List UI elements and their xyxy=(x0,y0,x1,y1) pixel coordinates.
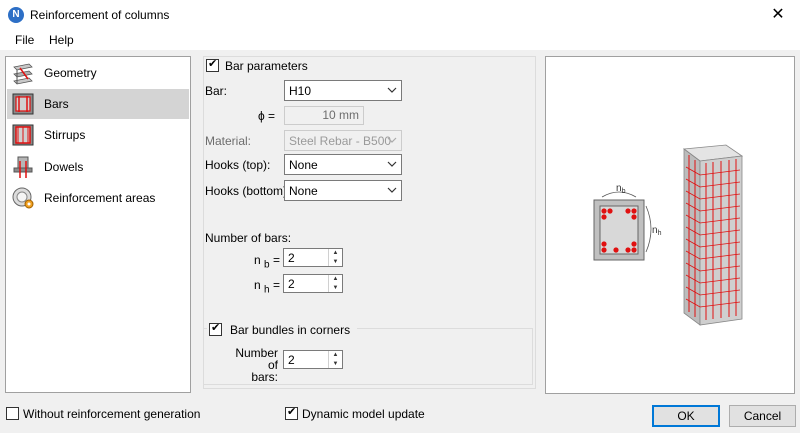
num-bars-line1: Number of xyxy=(235,346,278,372)
dynamic-update-label: Dynamic model update xyxy=(302,407,425,421)
bundles-checkbox[interactable]: ✔ xyxy=(209,322,222,336)
chevron-down-icon xyxy=(387,187,397,193)
material-select-value: Steel Rebar - B500 xyxy=(289,134,392,148)
nb-equals: = xyxy=(272,253,280,267)
hooks-bottom-value: None xyxy=(289,184,318,198)
stepper-buttons: ▲ ▼ xyxy=(328,351,342,368)
bars-icon xyxy=(12,93,34,115)
chevron-down-icon xyxy=(387,161,397,167)
nb-stepper[interactable]: 2 ▲ ▼ xyxy=(283,248,343,267)
sidebar: Geometry Bars Stirrups Dowels Reinforcem… xyxy=(5,56,191,393)
nb-subscript: b xyxy=(264,259,270,271)
num-bundle-bars-stepper[interactable]: 2 ▲ ▼ xyxy=(283,350,343,369)
nb-letter: n xyxy=(254,253,261,267)
stepper-down-icon[interactable]: ▼ xyxy=(329,360,342,368)
stepper-buttons: ▲ ▼ xyxy=(328,275,342,292)
hooks-bottom-select[interactable]: None xyxy=(284,180,402,201)
preview-nb-label: nb xyxy=(616,183,626,195)
menu-file[interactable]: File xyxy=(15,33,34,47)
nh-stepper[interactable]: 2 ▲ ▼ xyxy=(283,274,343,293)
stepper-buttons: ▲ ▼ xyxy=(328,249,342,266)
num-bundle-bars-value: 2 xyxy=(288,353,295,367)
geometry-icon xyxy=(13,63,33,85)
bar-parameters-label: Bar parameters xyxy=(225,59,308,73)
sidebar-item-geometry[interactable]: Geometry xyxy=(7,58,189,88)
dowels-icon xyxy=(13,156,33,178)
hooks-bottom-label: Hooks (bottom): xyxy=(205,184,291,198)
chevron-down-icon xyxy=(387,137,397,143)
nh-equals: = xyxy=(272,278,280,292)
sidebar-item-bars[interactable]: Bars xyxy=(7,89,189,119)
sidebar-item-label: Bars xyxy=(44,97,69,111)
stepper-up-icon[interactable]: ▲ xyxy=(329,275,342,283)
sidebar-item-label: Dowels xyxy=(44,160,84,174)
phi-field: 10 mm xyxy=(284,106,364,125)
sidebar-item-stirrups[interactable]: Stirrups xyxy=(7,120,189,150)
stepper-up-icon[interactable]: ▲ xyxy=(329,249,342,257)
app-logo-icon: N xyxy=(8,7,24,23)
stepper-down-icon[interactable]: ▼ xyxy=(329,284,342,292)
bar-select[interactable]: H10 xyxy=(284,80,402,101)
sidebar-item-reinforcement-areas[interactable]: Reinforcement areas xyxy=(7,183,189,213)
nh-letter: n xyxy=(254,278,261,292)
stirrups-icon xyxy=(12,124,34,146)
hooks-top-select[interactable]: None xyxy=(284,154,402,175)
number-of-bars-label: Number of bars: xyxy=(205,231,292,245)
nh-subscript: h xyxy=(264,284,270,296)
bundles-label: Bar bundles in corners xyxy=(230,323,351,337)
close-icon[interactable]: ✕ xyxy=(766,3,790,27)
sidebar-item-label: Stirrups xyxy=(44,128,86,142)
num-bars-line2: bars: xyxy=(251,370,278,384)
reinforcement-areas-icon xyxy=(12,187,34,209)
without-reinforcement-label: Without reinforcement generation xyxy=(23,407,201,421)
nb-value: 2 xyxy=(288,251,295,265)
menu-bar xyxy=(0,30,800,50)
sidebar-item-dowels[interactable]: Dowels xyxy=(7,152,189,182)
bar-select-value: H10 xyxy=(289,84,312,98)
cancel-button[interactable]: Cancel xyxy=(729,405,796,427)
preview-panel: nb nh xyxy=(545,56,795,394)
material-select[interactable]: Steel Rebar - B500 xyxy=(284,130,402,151)
chevron-down-icon xyxy=(387,87,397,93)
ok-button[interactable]: OK xyxy=(652,405,720,427)
stepper-up-icon[interactable]: ▲ xyxy=(329,351,342,359)
num-bundle-bars-label: Number of bars: xyxy=(230,347,278,383)
bar-parameters-checkbox[interactable]: ✔ xyxy=(206,58,219,72)
hooks-top-value: None xyxy=(289,158,318,172)
menu-help[interactable]: Help xyxy=(49,33,74,47)
dynamic-update-checkbox[interactable]: ✔ xyxy=(285,406,298,420)
without-reinforcement-checkbox[interactable] xyxy=(6,407,19,420)
preview-nh-label: nh xyxy=(652,225,662,237)
nb-label: n b = xyxy=(254,253,280,270)
nh-label: n h = xyxy=(254,278,280,295)
stepper-down-icon[interactable]: ▼ xyxy=(329,258,342,266)
nh-value: 2 xyxy=(288,277,295,291)
phi-label: ϕ = xyxy=(258,109,276,123)
sidebar-item-label: Reinforcement areas xyxy=(44,191,156,205)
bar-label: Bar: xyxy=(205,84,228,98)
hooks-top-label: Hooks (top): xyxy=(205,158,271,172)
column-3d-view xyxy=(682,144,744,326)
section-diagram: nb nh xyxy=(593,183,662,261)
window-title: Reinforcement of columns xyxy=(30,8,170,22)
sidebar-item-label: Geometry xyxy=(44,66,97,80)
column-preview: nb nh xyxy=(593,144,744,326)
material-label: Material: xyxy=(205,134,252,148)
